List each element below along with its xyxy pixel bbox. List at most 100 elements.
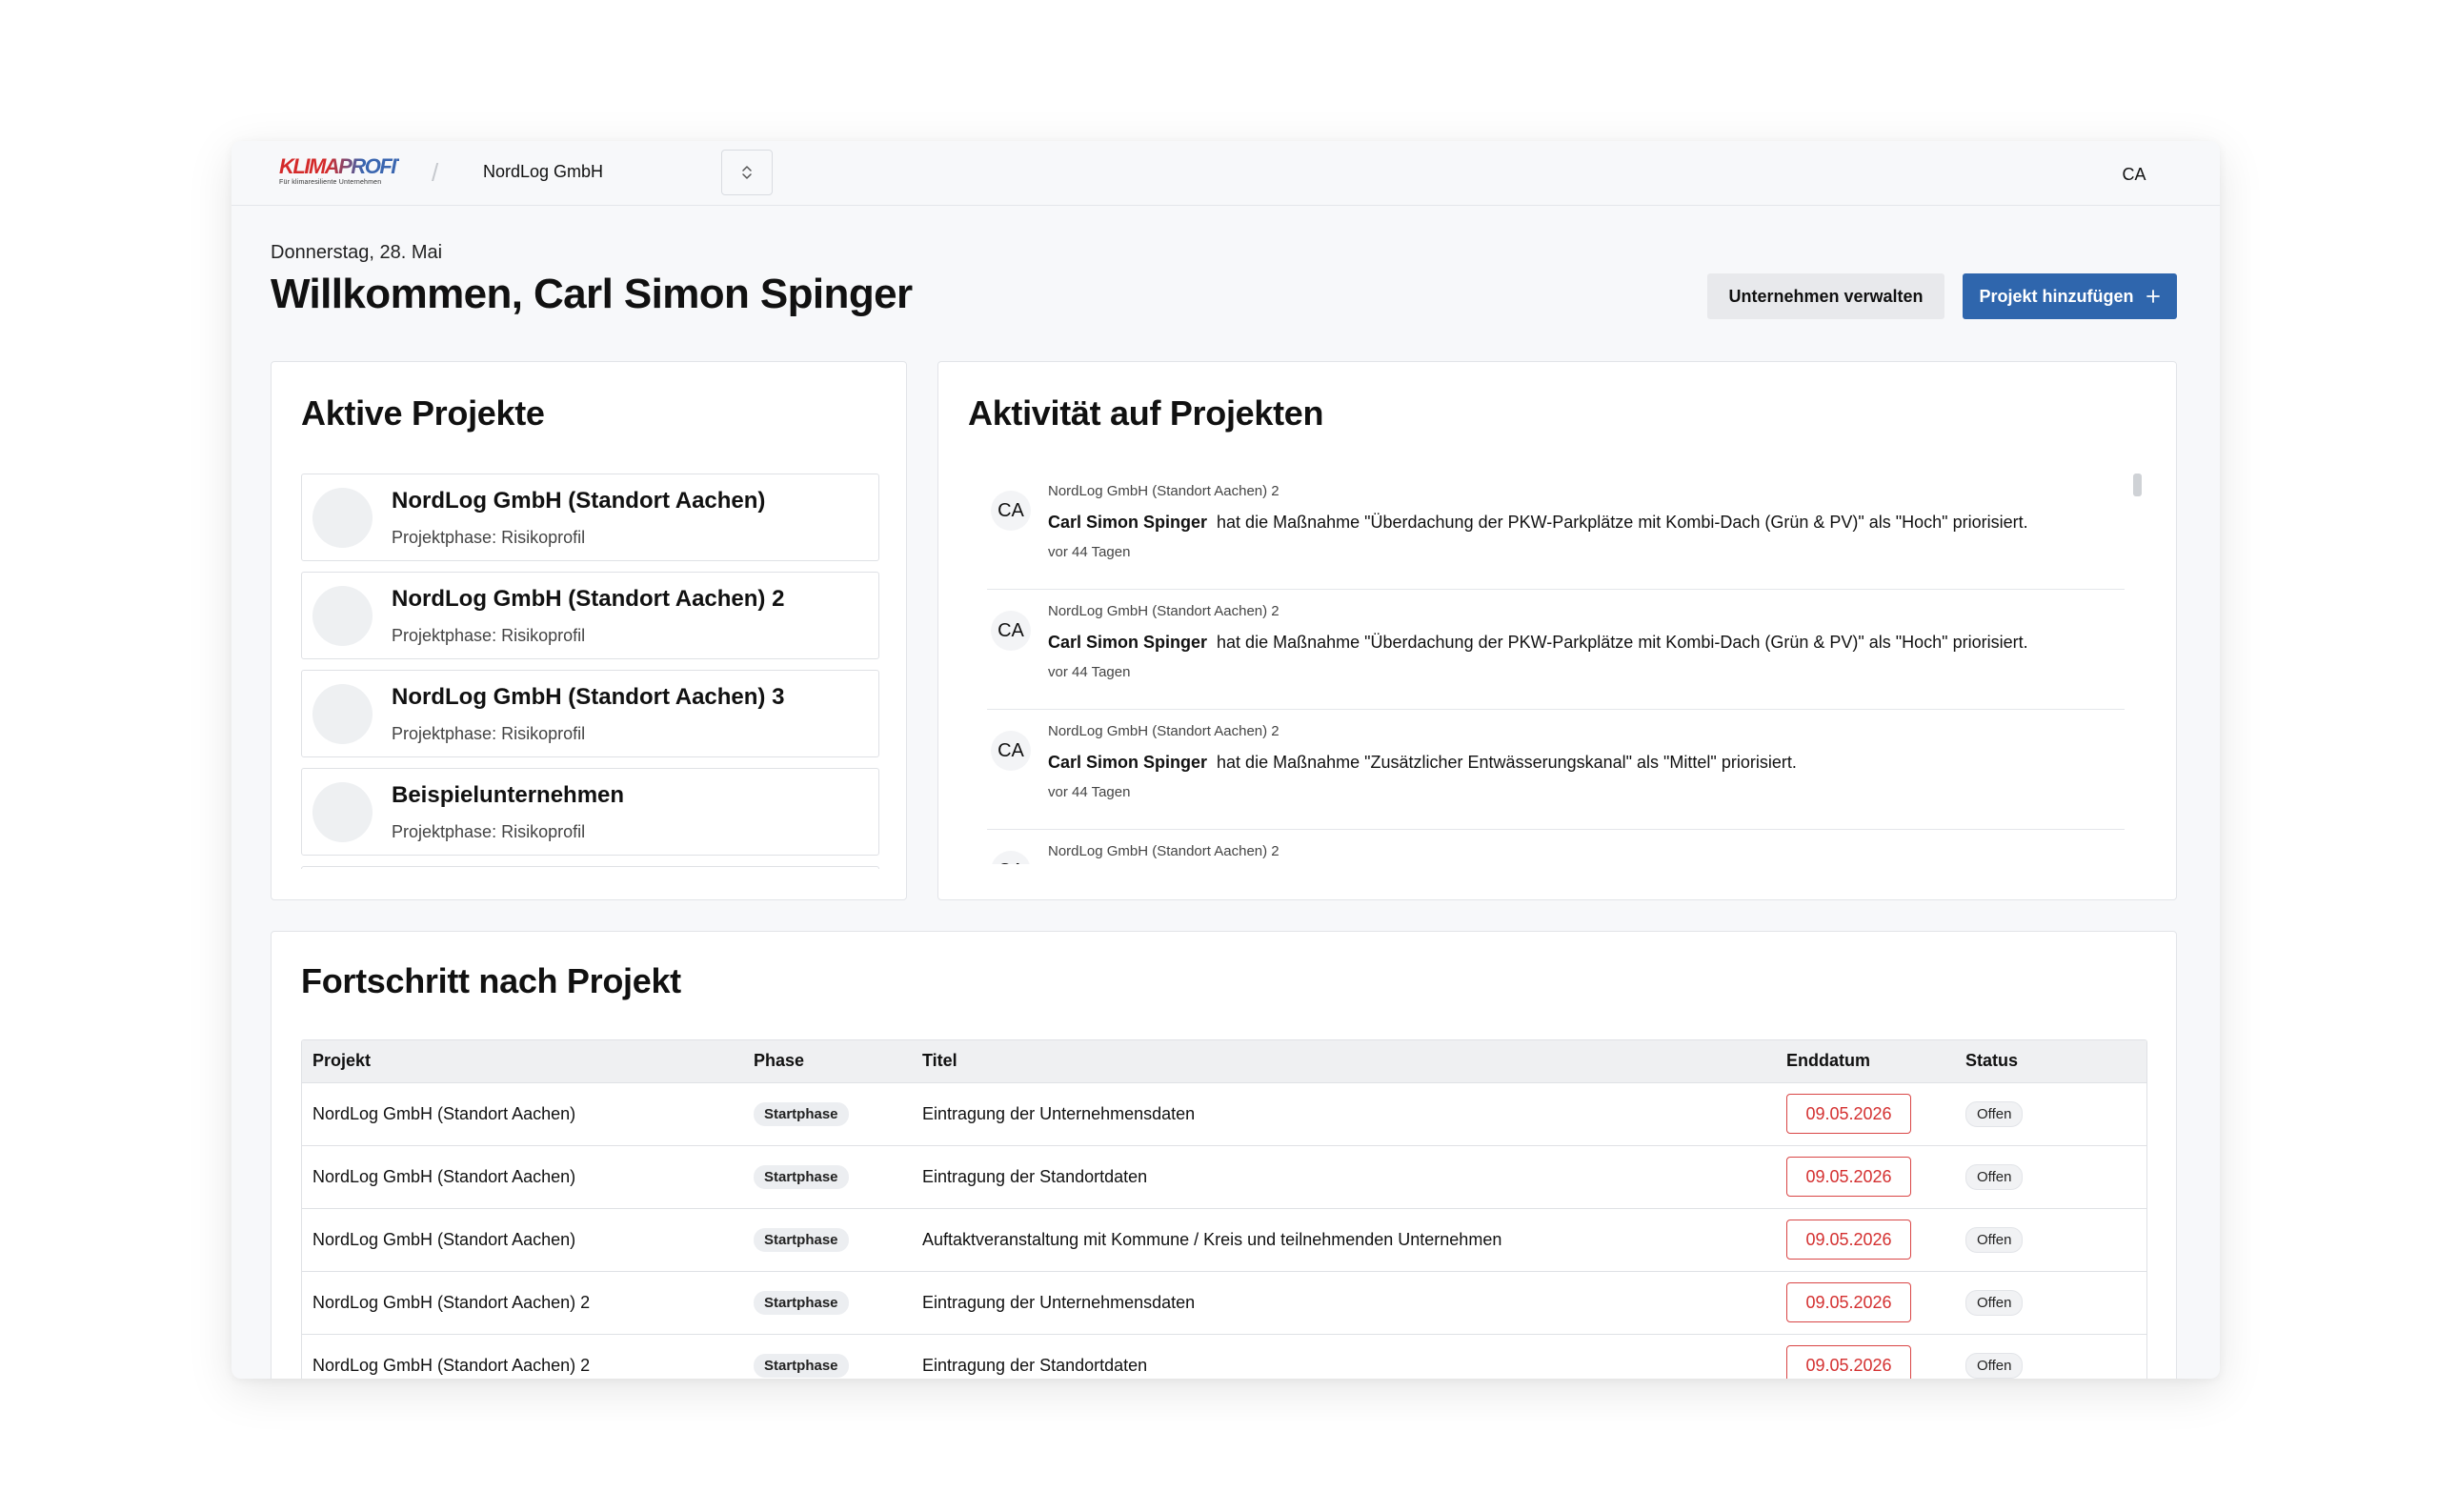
table-row[interactable]: NordLog GmbH (Standort Aachen) Startphas… [302,1082,2146,1145]
end-date-badge: 09.05.2026 [1786,1220,1911,1260]
project-item[interactable] [301,866,879,869]
table-row[interactable]: NordLog GmbH (Standort Aachen) 2 Startph… [302,1334,2146,1379]
app-window: KLIMAPROFIT Für klimaresiliente Unterneh… [232,141,2220,1379]
activity-avatar: CA [991,491,1031,531]
project-name: NordLog GmbH (Standort Aachen) 3 [392,684,785,710]
activity-text: hat die Maßnahme "Überdachung der PKW-Pa… [1217,513,2028,532]
activity-avatar: CA [991,731,1031,771]
column-header-project[interactable]: Projekt [302,1040,743,1083]
status-badge: Offen [1965,1163,2024,1190]
activity-user: Carl Simon Spinger [1048,753,1208,772]
project-name: Beispielunternehmen [392,782,625,808]
project-phase: Projektphase: Risikoprofil [392,724,586,743]
project-phase: Projektphase: Risikoprofil [392,528,586,547]
plus-icon [2146,290,2160,303]
add-project-button[interactable]: Projekt hinzufügen [1963,273,2177,319]
progress-table: Projekt Phase Titel Enddatum Status Nord… [301,1039,2147,1379]
current-company-name[interactable]: NordLog GmbH [483,162,603,182]
project-item[interactable]: Beispielunternehmen Projektphase: Risiko… [301,768,879,856]
current-date: Donnerstag, 28. Mai [271,242,443,263]
activity-project: NordLog GmbH (Standort Aachen) 2 [1048,723,1279,739]
cell-project: NordLog GmbH (Standort Aachen) 2 [312,1292,591,1312]
activity-text: hat die Maßnahme "Zusätzlicher Entwässer… [1217,753,1797,772]
end-date-badge: 09.05.2026 [1786,1094,1911,1134]
logo-wordmark: KLIMAPROFIT [279,154,408,178]
cell-title: Auftaktveranstaltung mit Kommune / Kreis… [922,1229,1502,1249]
activity-title: Aktivität auf Projekten [968,393,1324,433]
cell-title: Eintragung der Standortdaten [922,1355,1148,1375]
activity-feed[interactable]: CA NordLog GmbH (Standort Aachen) 2 Carl… [987,470,2125,864]
status-badge: Offen [1965,1226,2024,1253]
activity-text: hat die Maßnahme "Überdachung der PKW-Pa… [1217,633,2028,652]
end-date-badge: 09.05.2026 [1786,1345,1911,1379]
company-switcher-button[interactable] [721,150,773,195]
column-header-phase[interactable]: Phase [743,1040,912,1083]
manage-companies-button[interactable]: Unternehmen verwalten [1707,273,1944,319]
table-row[interactable]: NordLog GmbH (Standort Aachen) Startphas… [302,1208,2146,1271]
table-row[interactable]: NordLog GmbH (Standort Aachen) 2 Startph… [302,1271,2146,1334]
logo-tagline: Für klimaresiliente Unternehmen [279,179,382,186]
status-badge: Offen [1965,1289,2024,1316]
phase-badge: Startphase [754,1101,849,1126]
activity-message: Carl Simon Spinger hat die Maßnahme "Über… [1048,633,2028,653]
table-header-row: Projekt Phase Titel Enddatum Status [302,1040,2146,1083]
phase-badge: Startphase [754,1164,849,1189]
activity-project: NordLog GmbH (Standort Aachen) 2 [1048,603,1279,619]
activity-item: CA NordLog GmbH (Standort Aachen) 2 Carl… [987,710,2125,830]
column-header-status[interactable]: Status [1955,1040,2146,1083]
activity-user: Carl Simon Spinger [1048,513,1208,532]
phase-badge: Startphase [754,1290,849,1315]
activity-time: vor 44 Tagen [1048,784,1131,800]
page-title: Willkommen, Carl Simon Spinger [271,271,913,317]
top-bar: KLIMAPROFIT Für klimaresiliente Unterneh… [232,141,2220,206]
project-name: NordLog GmbH (Standort Aachen) [392,488,766,514]
cell-title: Eintragung der Unternehmensdaten [922,1292,1196,1312]
project-avatar [312,488,373,548]
status-badge: Offen [1965,1100,2024,1127]
progress-title: Fortschritt nach Projekt [301,961,681,1000]
activity-project: NordLog GmbH (Standort Aachen) 2 [1048,483,1279,499]
activity-item: CA NordLog GmbH (Standort Aachen) 2 Carl… [987,470,2125,590]
status-badge: Offen [1965,1352,2024,1379]
cell-project: NordLog GmbH (Standort Aachen) [312,1229,576,1249]
activity-project: NordLog GmbH (Standort Aachen) 2 [1048,843,1279,859]
project-item[interactable]: NordLog GmbH (Standort Aachen) 3 Projekt… [301,670,879,757]
activity-scrollbar[interactable] [2133,474,2142,496]
activity-avatar: CA [991,851,1031,864]
project-phase: Projektphase: Risikoprofil [392,822,586,841]
chevron-up-down-icon [742,166,752,179]
activity-user: Carl Simon Spinger [1048,633,1208,652]
add-project-label: Projekt hinzufügen [1979,286,2134,306]
activity-avatar: CA [991,611,1031,651]
end-date-badge: 09.05.2026 [1786,1282,1911,1322]
projects-list[interactable]: NordLog GmbH (Standort Aachen) Projektph… [301,474,879,869]
project-phase: Projektphase: Risikoprofil [392,626,586,645]
activity-card: Aktivität auf Projekten CA NordLog GmbH … [937,361,2177,900]
table-row[interactable]: NordLog GmbH (Standort Aachen) Startphas… [302,1145,2146,1208]
column-header-end-date[interactable]: Enddatum [1776,1040,1955,1083]
column-header-title[interactable]: Titel [912,1040,1776,1083]
activity-time: vor 44 Tagen [1048,544,1131,560]
project-item[interactable]: NordLog GmbH (Standort Aachen) Projektph… [301,474,879,561]
project-name: NordLog GmbH (Standort Aachen) 2 [392,586,785,612]
cell-title: Eintragung der Unternehmensdaten [922,1103,1196,1123]
cell-project: NordLog GmbH (Standort Aachen) 2 [312,1355,591,1375]
activity-message: Carl Simon Spinger hat die Maßnahme "Über… [1048,513,2028,533]
activity-message: Carl Simon Spinger hat die Maßnahme "Zusä… [1048,753,1797,773]
project-avatar [312,586,373,646]
activity-time: vor 44 Tagen [1048,664,1131,680]
project-item[interactable]: NordLog GmbH (Standort Aachen) 2 Projekt… [301,572,879,659]
project-avatar [312,782,373,842]
klimaprofit-logo[interactable]: KLIMAPROFIT Für klimaresiliente Unterneh… [279,154,408,190]
activity-item: CA NordLog GmbH (Standort Aachen) 2 [987,830,2125,864]
user-avatar[interactable]: CA [2115,155,2153,193]
project-avatar [312,684,373,744]
active-projects-title: Aktive Projekte [301,393,545,433]
cell-project: NordLog GmbH (Standort Aachen) [312,1166,576,1186]
end-date-badge: 09.05.2026 [1786,1157,1911,1197]
phase-badge: Startphase [754,1227,849,1252]
phase-badge: Startphase [754,1353,849,1378]
activity-item: CA NordLog GmbH (Standort Aachen) 2 Carl… [987,590,2125,710]
cell-title: Eintragung der Standortdaten [922,1166,1148,1186]
active-projects-card: Aktive Projekte NordLog GmbH (Standort A… [271,361,907,900]
